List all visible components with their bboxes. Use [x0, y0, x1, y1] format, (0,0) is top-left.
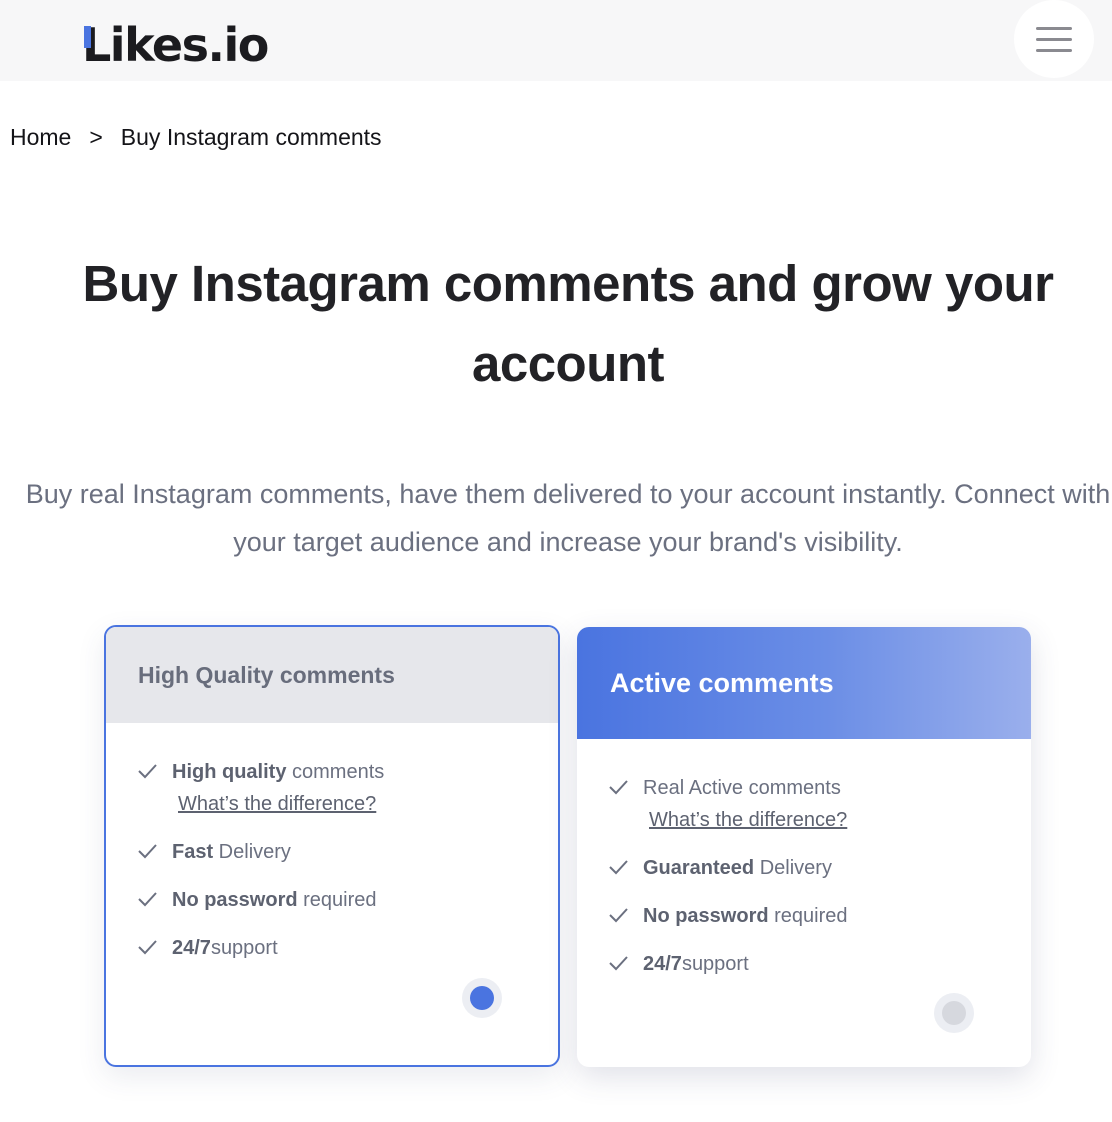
hamburger-menu-icon[interactable] — [1014, 0, 1094, 78]
feature-text: support — [681, 953, 749, 975]
page-title: Buy Instagram comments and grow your acc… — [82, 255, 1054, 392]
feature-bold: No password — [172, 889, 298, 911]
check-icon — [609, 780, 628, 795]
feature-list: Real Active comments What’s the differen… — [577, 739, 1031, 977]
feature-text: required — [768, 905, 848, 927]
menu-line — [1036, 26, 1072, 30]
logo-text: Likes.io — [82, 18, 269, 72]
feature-text: Real Active comments — [643, 777, 841, 799]
menu-line — [1036, 37, 1072, 41]
plan-radio-unselected[interactable] — [934, 993, 974, 1033]
feature-bold: 24/7 — [643, 953, 682, 975]
feature-bold: 24/7 — [172, 937, 211, 959]
card-title: High Quality comments — [138, 661, 395, 688]
check-icon — [138, 940, 157, 955]
feature-bold: High quality — [172, 761, 287, 783]
breadcrumb: Home > Buy Instagram comments — [10, 124, 382, 151]
feature-list: High quality comments What’s the differe… — [106, 723, 558, 961]
difference-link[interactable]: What’s the difference? — [649, 807, 847, 833]
plan-radio-selected[interactable] — [462, 978, 502, 1018]
site-logo[interactable]: Likes.io — [82, 12, 269, 68]
feature-item: Guaranteed Delivery — [607, 855, 1031, 881]
check-icon — [138, 892, 157, 907]
feature-text: required — [297, 889, 377, 911]
check-icon — [138, 764, 157, 779]
feature-bold: Fast — [172, 841, 214, 863]
check-icon — [609, 860, 628, 875]
check-icon — [609, 956, 628, 971]
difference-link[interactable]: What’s the difference? — [178, 791, 384, 817]
feature-text: support — [210, 937, 278, 959]
check-icon — [138, 844, 157, 859]
breadcrumb-current: Buy Instagram comments — [120, 124, 382, 150]
feature-bold: No password — [643, 905, 769, 927]
logo-accent-bar — [84, 26, 91, 48]
feature-text: Delivery — [213, 841, 291, 863]
breadcrumb-separator: > — [89, 124, 103, 150]
menu-line — [1036, 48, 1072, 52]
feature-item: Fast Delivery — [136, 839, 558, 865]
feature-item: 24/7support — [136, 935, 558, 961]
feature-item: No password required — [136, 887, 558, 913]
radio-dot — [942, 1001, 966, 1025]
plan-card-active[interactable]: Active comments Real Active comments Wha… — [577, 627, 1031, 1067]
feature-item: No password required — [607, 903, 1031, 929]
card-title: Active comments — [610, 667, 834, 698]
radio-dot — [470, 986, 494, 1010]
page-subtitle: Buy real Instagram comments, have them d… — [25, 479, 1111, 557]
feature-bold: Guaranteed — [643, 857, 755, 879]
logo-wordmark: Likes.io — [82, 22, 269, 68]
card-header: High Quality comments — [106, 627, 558, 723]
feature-item: 24/7support — [607, 951, 1031, 977]
plan-card-high-quality[interactable]: High Quality comments High quality comme… — [104, 625, 560, 1067]
card-header: Active comments — [577, 627, 1031, 739]
breadcrumb-home-link[interactable]: Home — [10, 124, 71, 151]
feature-text: comments — [286, 761, 385, 783]
feature-text: Delivery — [754, 857, 832, 879]
top-header: Likes.io — [0, 0, 1112, 81]
feature-item: High quality comments What’s the differe… — [136, 759, 558, 817]
feature-item: Real Active comments What’s the differen… — [607, 775, 1031, 833]
check-icon — [609, 908, 628, 923]
